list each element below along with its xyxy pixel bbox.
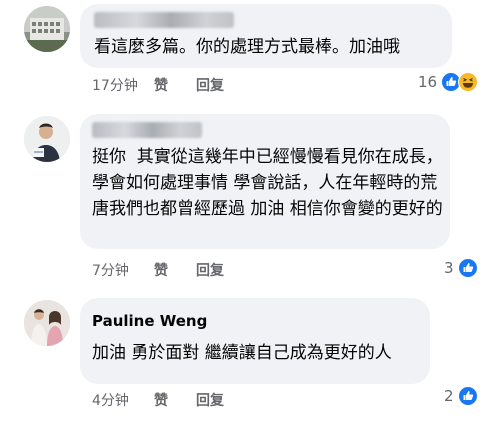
avatar[interactable] [24, 300, 70, 346]
comment-author-name[interactable]: Pauline Weng [92, 312, 207, 330]
comment-actions: 4分钟 赞 回复 [92, 390, 224, 410]
comment-timestamp[interactable]: 17分钟 [92, 75, 154, 95]
reaction-summary[interactable]: 16 [418, 72, 479, 92]
reaction-summary[interactable]: 3 [444, 258, 478, 278]
like-button[interactable]: 赞 [154, 390, 196, 410]
avatar-image-icon [24, 116, 70, 162]
comment-text: 加油 勇於面對 繼續讓自己成為更好的人 [92, 343, 392, 363]
comment-text: 看這麼多篇。你的處理方式最棒。加油哦 [94, 37, 400, 57]
reaction-count: 16 [418, 73, 438, 91]
like-icon [457, 258, 478, 278]
avatar-image-icon [24, 6, 70, 52]
reply-button[interactable]: 回复 [196, 260, 224, 280]
like-button[interactable]: 赞 [154, 75, 196, 95]
comment-text: 挺你 其實從這幾年中已經慢慢看見你在成長，學會如何處理事情 學會說話，人在年輕時… [92, 147, 443, 219]
like-button[interactable]: 赞 [154, 260, 196, 280]
reply-button[interactable]: 回复 [196, 390, 224, 410]
comment-bubble: 看這麼多篇。你的處理方式最棒。加油哦 [80, 4, 452, 68]
blurred-author-name [94, 12, 234, 28]
comment-3: Pauline Weng 加油 勇於面對 繼續讓自己成為更好的人 4分钟 赞 回… [0, 290, 499, 426]
comment-actions: 7分钟 赞 回复 [92, 260, 224, 280]
avatar-image-icon [24, 300, 70, 346]
avatar[interactable] [24, 116, 70, 162]
avatar[interactable] [24, 6, 70, 52]
haha-icon [458, 72, 479, 92]
reaction-count: 3 [444, 259, 454, 277]
reaction-summary[interactable]: 2 [444, 386, 478, 406]
reaction-icons [457, 258, 478, 278]
comment-2: 挺你 其實從這幾年中已經慢慢看見你在成長，學會如何處理事情 學會說話，人在年輕時… [0, 100, 499, 290]
comment-actions: 17分钟 赞 回复 [92, 75, 224, 95]
comment-timestamp[interactable]: 4分钟 [92, 390, 154, 410]
like-icon [457, 386, 478, 406]
reply-button[interactable]: 回复 [196, 75, 224, 95]
reaction-icons [457, 386, 478, 406]
reaction-count: 2 [444, 387, 454, 405]
comment-timestamp[interactable]: 7分钟 [92, 260, 154, 280]
blurred-author-name [92, 122, 202, 138]
comment-1: 看這麼多篇。你的處理方式最棒。加油哦 17分钟 赞 回复 16 [0, 0, 499, 100]
comment-bubble: Pauline Weng 加油 勇於面對 繼續讓自己成為更好的人 [80, 298, 430, 384]
reaction-icons [441, 72, 479, 92]
comment-bubble: 挺你 其實從這幾年中已經慢慢看見你在成長，學會如何處理事情 學會說話，人在年輕時… [80, 114, 450, 249]
